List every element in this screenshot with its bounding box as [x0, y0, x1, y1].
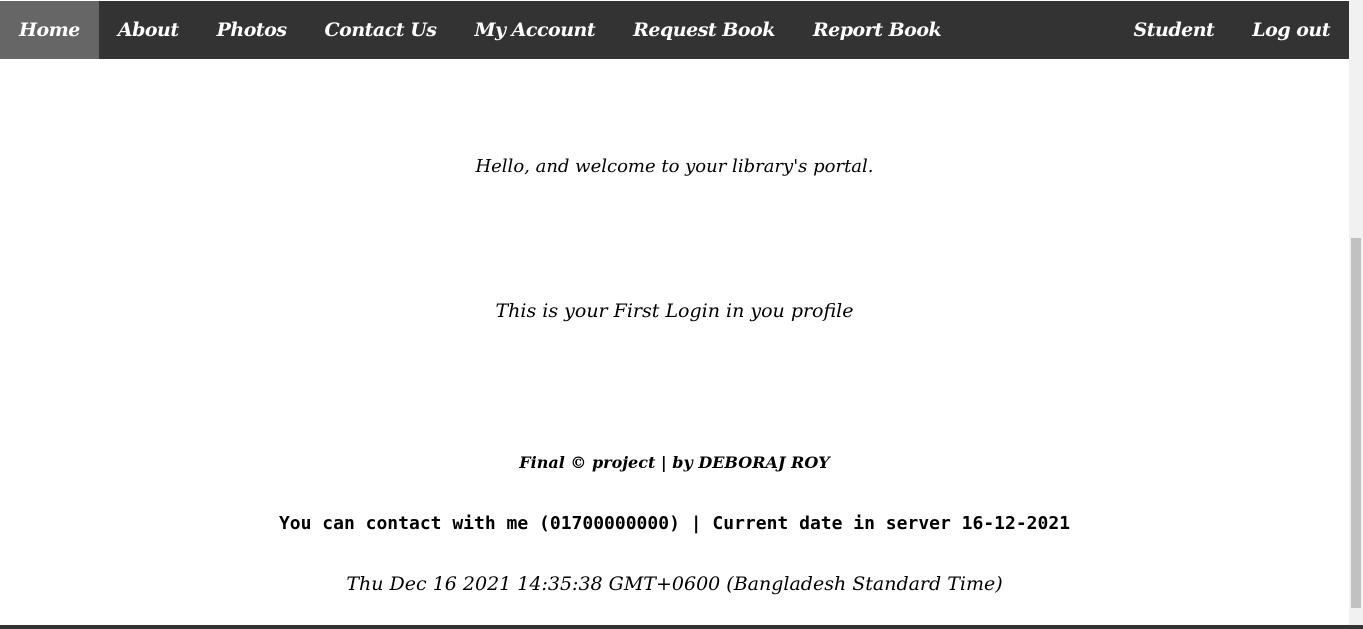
nav-contact-us-link[interactable]: Contact Us	[306, 1, 456, 59]
nav-photos-link[interactable]: Photos	[198, 1, 306, 59]
vertical-scrollbar[interactable]	[1349, 0, 1363, 625]
scrollbar-thumb[interactable]	[1351, 238, 1361, 608]
client-datetime: Thu Dec 16 2021 14:35:38 GMT+0600 (Bangl…	[346, 573, 1003, 595]
nav-request-book-link[interactable]: Request Book	[614, 1, 794, 59]
navbar-left-group: Home About Photos Contact Us My Account …	[0, 1, 960, 59]
footer-credit: Final © project | by DEBORAJ ROY	[519, 453, 830, 472]
first-login-message: This is your First Login in you profile	[495, 300, 854, 322]
nav-home-link[interactable]: Home	[0, 1, 99, 59]
bottom-edge-bar	[0, 625, 1363, 629]
nav-student-link[interactable]: Student	[1115, 1, 1234, 59]
main-content: Hello, and welcome to your library's por…	[0, 59, 1349, 625]
nav-logout-link[interactable]: Log out	[1233, 1, 1349, 59]
nav-my-account-link[interactable]: My Account	[455, 1, 614, 59]
welcome-message: Hello, and welcome to your library's por…	[475, 156, 874, 177]
navbar-right-group: Student Log out	[1115, 1, 1349, 59]
nav-report-book-link[interactable]: Report Book	[794, 1, 960, 59]
footer-contact-info: You can contact with me (01700000000) | …	[278, 513, 1071, 534]
nav-about-link[interactable]: About	[99, 1, 198, 59]
top-navbar: Home About Photos Contact Us My Account …	[0, 1, 1349, 59]
page: Home About Photos Contact Us My Account …	[0, 0, 1363, 629]
